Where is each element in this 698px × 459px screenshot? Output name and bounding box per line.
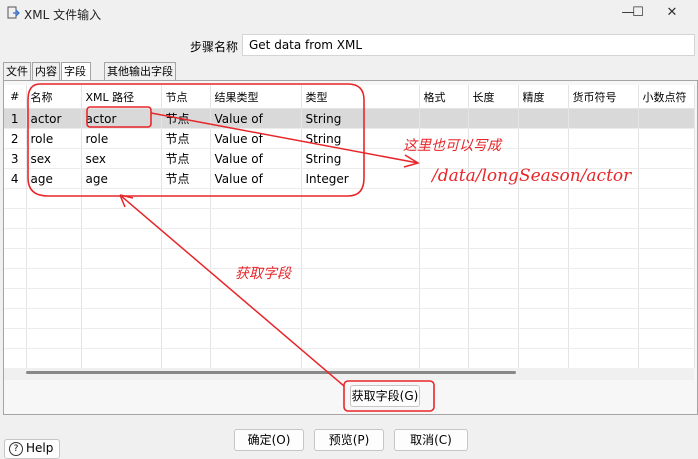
- rows-highlight-circle: [27, 83, 365, 197]
- get-fields-note: 获取字段: [235, 266, 293, 282]
- note-alternative-path: /data/longSeason/actor: [430, 166, 632, 186]
- arrow-to-rows: [119, 194, 345, 387]
- get-fields-highlight-box: [343, 380, 435, 412]
- annotation-layer: 这里也可以写成 /data/longSeason/actor 获取字段: [27, 83, 632, 412]
- note-alternative-label: 这里也可以写成: [403, 138, 503, 154]
- xml-path-highlight-box: [86, 106, 152, 128]
- arrow-to-note: [150, 112, 419, 164]
